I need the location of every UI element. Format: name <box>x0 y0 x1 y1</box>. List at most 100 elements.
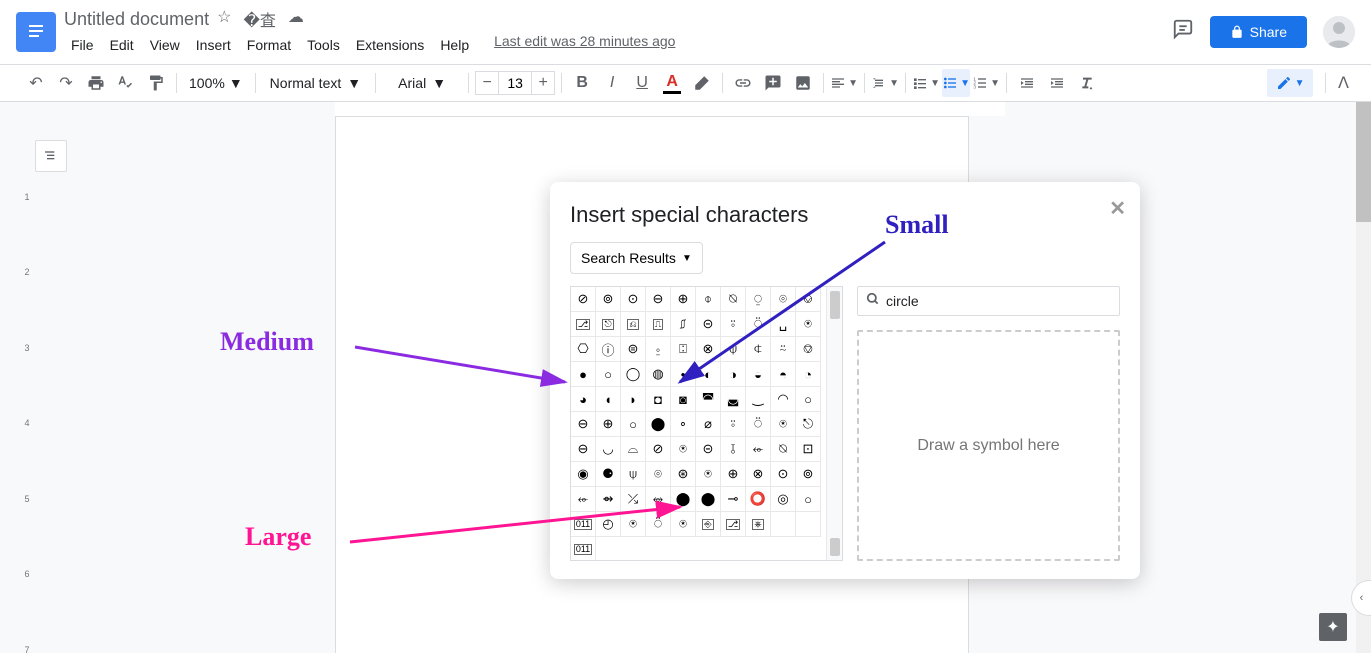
char-cell[interactable]: ⍥ <box>646 512 671 537</box>
char-cell[interactable]: ⍦ <box>721 337 746 362</box>
editing-mode-button[interactable]: ▼ <box>1267 69 1313 97</box>
category-select[interactable]: Search Results▼ <box>570 242 703 274</box>
share-button[interactable]: Share <box>1210 16 1307 48</box>
char-cell[interactable]: ⎉ <box>796 287 821 312</box>
char-cell[interactable]: ◯ <box>621 362 646 387</box>
char-cell[interactable]: ⊖ <box>571 437 596 462</box>
cloud-icon[interactable]: ☁ <box>288 7 304 31</box>
char-cell[interactable]: ◑ <box>721 362 746 387</box>
char-cell[interactable]: ⊘ <box>646 437 671 462</box>
char-cell[interactable]: ◒ <box>746 362 771 387</box>
char-cell[interactable]: ⍟ <box>796 312 821 337</box>
char-cell[interactable] <box>796 512 821 537</box>
char-cell[interactable]: • <box>671 362 696 387</box>
font-size-increase[interactable]: + <box>531 71 555 95</box>
menu-extensions[interactable]: Extensions <box>349 33 431 57</box>
char-cell[interactable]: ⍜ <box>746 287 771 312</box>
char-cell[interactable]: ⍉ <box>771 437 796 462</box>
increase-indent-button[interactable] <box>1043 69 1071 97</box>
char-cell[interactable]: ⊕ <box>721 462 746 487</box>
char-cell[interactable]: ⍛ <box>646 337 671 362</box>
char-cell[interactable]: ⊝ <box>696 312 721 337</box>
char-cell[interactable]: ⥈ <box>646 487 671 512</box>
char-cell[interactable]: ⎈ <box>746 512 771 537</box>
search-input[interactable] <box>886 293 1111 309</box>
char-cell[interactable]: ⎇ <box>571 312 596 337</box>
char-cell[interactable]: ◍ <box>646 362 671 387</box>
char-cell[interactable]: ● <box>571 362 596 387</box>
insert-link-button[interactable] <box>729 69 757 97</box>
char-cell[interactable]: ◴ <box>596 512 621 537</box>
char-cell[interactable]: ⊚ <box>796 462 821 487</box>
char-cell[interactable]: ⬤ <box>696 487 721 512</box>
avatar[interactable] <box>1323 16 1355 48</box>
decrease-indent-button[interactable] <box>1013 69 1041 97</box>
last-edit-link[interactable]: Last edit was 28 minutes ago <box>494 33 675 57</box>
bulleted-list-button[interactable]: ▼ <box>942 69 970 97</box>
char-cell[interactable]: ⍨ <box>771 337 796 362</box>
char-cell[interactable]: 011 <box>571 512 596 537</box>
char-cell[interactable]: ⌽ <box>696 287 721 312</box>
char-cell[interactable]: ◔ <box>796 362 821 387</box>
char-cell[interactable]: ◛ <box>721 387 746 412</box>
char-cell[interactable]: ⊘ <box>571 287 596 312</box>
char-cell[interactable]: ⍧ <box>746 337 771 362</box>
char-cell[interactable]: ⊗ <box>746 462 771 487</box>
char-cell[interactable]: ○ <box>796 487 821 512</box>
char-cell[interactable]: ⌾ <box>646 462 671 487</box>
char-cell[interactable]: ○ <box>621 412 646 437</box>
comments-icon[interactable] <box>1172 18 1194 46</box>
char-cell[interactable]: ⎋ <box>796 412 821 437</box>
char-cell[interactable]: ◘ <box>646 387 671 412</box>
char-cell[interactable]: ⊗ <box>696 337 721 362</box>
char-cell[interactable]: ◚ <box>696 387 721 412</box>
char-cell[interactable]: ⍟ <box>696 462 721 487</box>
char-cell[interactable]: ⍟ <box>621 512 646 537</box>
char-cell[interactable]: ◙ <box>671 387 696 412</box>
spellcheck-button[interactable] <box>112 69 140 97</box>
redo-button[interactable]: ↷ <box>52 69 80 97</box>
close-icon[interactable]: ✕ <box>1109 196 1126 221</box>
char-cell[interactable]: ⊕ <box>671 287 696 312</box>
menu-help[interactable]: Help <box>433 33 476 57</box>
char-cell[interactable]: ⎍ <box>646 312 671 337</box>
outline-toggle[interactable] <box>35 140 67 172</box>
char-cell[interactable]: ⍟ <box>771 412 796 437</box>
char-cell[interactable]: ⍦ <box>621 462 646 487</box>
char-cell[interactable]: ⍥ <box>746 312 771 337</box>
char-cell[interactable]: ⊖ <box>646 287 671 312</box>
paragraph-style-select[interactable]: Normal text▼ <box>262 69 369 97</box>
char-cell[interactable] <box>771 512 796 537</box>
font-size-decrease[interactable]: − <box>475 71 499 95</box>
docs-logo[interactable] <box>16 12 56 52</box>
char-cell[interactable]: ⎎ <box>671 312 696 337</box>
grid-scrollbar[interactable] <box>826 287 842 560</box>
zoom-select[interactable]: 100%▼ <box>183 69 249 97</box>
char-cell[interactable]: ⍠ <box>671 337 696 362</box>
char-cell[interactable]: ⊛ <box>671 462 696 487</box>
italic-button[interactable]: I <box>598 69 626 97</box>
text-color-button[interactable]: A <box>658 69 686 97</box>
undo-button[interactable]: ↶ <box>22 69 50 97</box>
collapse-toolbar-icon[interactable]: ᐱ <box>1338 73 1349 93</box>
char-cell[interactable]: ⬤ <box>646 412 671 437</box>
menu-edit[interactable]: Edit <box>103 33 141 57</box>
char-cell[interactable]: ◡ <box>596 437 621 462</box>
char-cell[interactable]: ⊖ <box>571 412 596 437</box>
char-cell[interactable]: ⌾ <box>771 287 796 312</box>
char-cell[interactable]: ␣ <box>771 312 796 337</box>
char-cell[interactable]: ⫱ <box>721 437 746 462</box>
bold-button[interactable]: B <box>568 69 596 97</box>
print-button[interactable] <box>82 69 110 97</box>
char-cell[interactable]: ⌓ <box>621 437 646 462</box>
char-cell[interactable]: ⍉ <box>721 287 746 312</box>
char-cell[interactable]: ⊕ <box>596 412 621 437</box>
clear-formatting-button[interactable] <box>1073 69 1101 97</box>
char-cell[interactable]: ⊸ <box>721 487 746 512</box>
move-icon[interactable]: �査 <box>243 7 275 31</box>
char-cell[interactable]: ⎔ <box>571 337 596 362</box>
menu-file[interactable]: File <box>64 33 101 57</box>
char-cell[interactable]: ◉ <box>571 462 596 487</box>
highlight-button[interactable] <box>688 69 716 97</box>
char-cell[interactable]: ⎊ <box>796 337 821 362</box>
